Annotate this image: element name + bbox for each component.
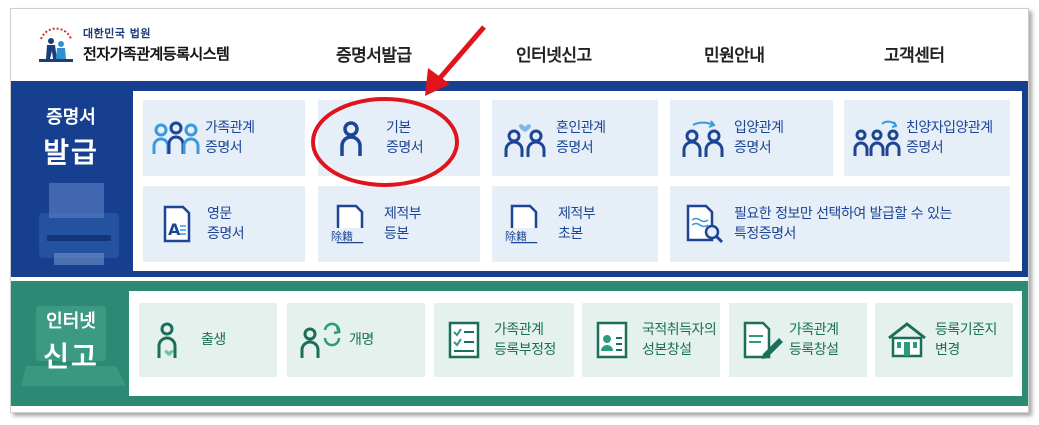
name-change-icon [300, 322, 341, 358]
removed-register-tag: 除籍 [505, 229, 527, 243]
card-label-line2: 증명서 [207, 226, 245, 242]
logo-title: 전자가족관계등록시스템 [83, 45, 230, 63]
card-label-line2: 성본창설 [642, 342, 692, 358]
printer-icon [39, 183, 119, 265]
card-adoption-cert[interactable]: 입양관계 증명서 [670, 100, 833, 176]
certificate-section-label: 증명서 발급 [11, 103, 131, 171]
certificate-panel: 가족관계 증명서 기본 증명서 혼인관계 증명서 입양관계 증명서 친양자입양관… [133, 91, 1022, 271]
card-label-line1: 필요한 정보만 선택하여 발급할 수 있는 [734, 206, 952, 222]
card-label-line1: 국적취득자의 [642, 322, 717, 338]
card-marriage-cert[interactable]: 혼인관계 증명서 [492, 100, 658, 176]
document-search-icon [686, 204, 724, 244]
card-label-line2: 증명서 [205, 140, 243, 156]
card-label-line2: 특정증명서 [734, 226, 796, 242]
card-label-line1: 기본 [386, 120, 411, 136]
logo[interactable]: 대한민국 법원 전자가족관계등록시스템 [35, 25, 230, 67]
card-removed-register-abstract[interactable]: 除籍 제적부 초본 [492, 186, 658, 262]
card-name-change-report[interactable]: 개명 [287, 303, 425, 377]
card-english-cert[interactable]: A 영문 증명서 [143, 186, 305, 262]
card-label-line2: 증명서 [386, 140, 424, 156]
report-section: 인터넷 신고 출생 개명 가족관계 등록부정정 국적취득자의 성본창설 가족관계… [11, 281, 1028, 406]
card-label-line1: 등록기준지 [935, 322, 997, 338]
card-label-line1: 제적부 [384, 206, 422, 222]
section-label-line2: 발급 [43, 136, 99, 169]
nav-civil-guide[interactable]: 민원안내 [704, 41, 765, 66]
section-label-line2: 신고 [43, 340, 99, 373]
nav-certificate-issue[interactable]: 증명서발급 [336, 41, 412, 66]
card-label-line1: 제적부 [558, 206, 596, 222]
section-label-line1: 인터넷 [46, 311, 96, 332]
card-label-line2: 등록부정정 [494, 342, 556, 358]
card-label-line1: 혼인관계 [556, 120, 606, 136]
card-label-line1: 입양관계 [734, 120, 784, 136]
card-specific-cert[interactable]: 필요한 정보만 선택하여 발급할 수 있는 특정증명서 [670, 186, 1010, 262]
certificate-section: 증명서 발급 가족관계 증명서 기본 증명서 혼인관계 증명서 입양관계 증명서… [11, 81, 1028, 277]
family-icon [152, 121, 200, 154]
card-label-line1: 출생 [201, 332, 226, 348]
card-naturalized-surname-creation[interactable]: 국적취득자의 성본창설 [582, 303, 720, 377]
card-label-line1: 친양자입양관계 [906, 120, 993, 136]
full-adoption-icon [853, 120, 901, 156]
card-label-line1: 가족관계 [494, 322, 544, 338]
card-register-correction[interactable]: 가족관계 등록부정정 [434, 303, 574, 377]
card-label-line2: 등본 [384, 226, 409, 242]
marriage-icon [504, 124, 546, 157]
svg-text:A: A [168, 220, 181, 239]
card-label-line2: 초본 [558, 226, 583, 242]
section-label-line1: 증명서 [46, 107, 96, 128]
logo-subtitle: 대한민국 법원 [83, 27, 152, 40]
header: 대한민국 법원 전자가족관계등록시스템 증명서발급 인터넷신고 민원안내 고객센… [11, 9, 1028, 81]
court-logo-icon [35, 25, 77, 67]
card-label-line1: 가족관계 [205, 120, 255, 136]
checklist-icon [448, 321, 480, 359]
removed-register-tag: 除籍 [331, 229, 353, 243]
removed-register-icon: 除籍 [330, 204, 372, 244]
card-basic-cert[interactable]: 기본 증명서 [318, 100, 480, 176]
removed-register-icon: 除籍 [504, 204, 546, 244]
card-birth-report[interactable]: 출생 [139, 303, 277, 377]
adoption-icon [682, 120, 724, 157]
card-label-line2: 변경 [935, 342, 960, 358]
report-section-label: 인터넷 신고 [11, 307, 131, 375]
card-label-line2: 증명서 [734, 140, 772, 156]
card-full-adoption-cert[interactable]: 친양자입양관계 증명서 [844, 100, 1010, 176]
card-label-line2: 등록창설 [789, 342, 839, 358]
nav-internet-report[interactable]: 인터넷신고 [516, 41, 592, 66]
id-card-icon [596, 321, 628, 359]
card-label-line1: 개명 [349, 332, 374, 348]
card-label-line2: 증명서 [906, 140, 944, 156]
report-panel: 출생 개명 가족관계 등록부정정 국적취득자의 성본창설 가족관계 등록창설 등… [129, 291, 1022, 396]
card-register-creation[interactable]: 가족관계 등록창설 [729, 303, 867, 377]
card-base-address-change[interactable]: 등록기준지 변경 [875, 303, 1013, 377]
card-removed-register-transcript[interactable]: 除籍 제적부 등본 [318, 186, 480, 262]
nav-customer-center[interactable]: 고객센터 [884, 41, 945, 66]
card-label-line1: 가족관계 [789, 322, 839, 338]
card-label-line2: 증명서 [556, 140, 594, 156]
person-icon [340, 121, 362, 156]
birth-icon [157, 322, 177, 358]
card-family-relation-cert[interactable]: 가족관계 증명서 [143, 100, 305, 176]
house-icon [888, 322, 926, 358]
card-label-line1: 영문 [207, 206, 232, 222]
app-window: 대한민국 법원 전자가족관계등록시스템 증명서발급 인터넷신고 민원안내 고객센… [10, 8, 1029, 413]
english-document-icon: A [163, 205, 191, 243]
document-pen-icon [743, 321, 783, 359]
